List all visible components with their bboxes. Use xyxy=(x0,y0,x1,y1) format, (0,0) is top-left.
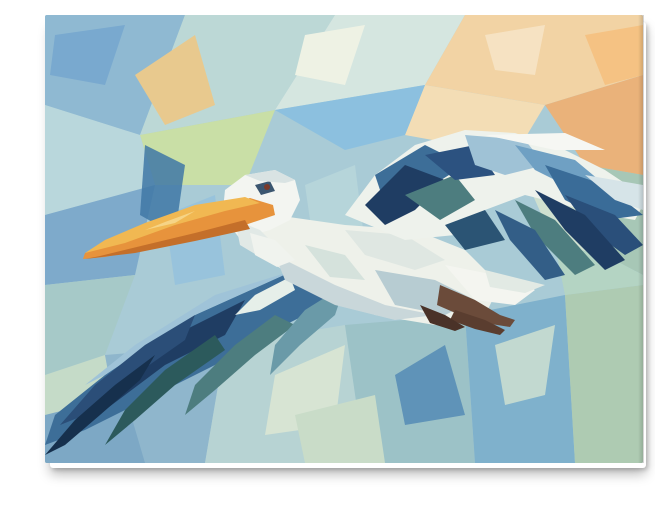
canvas-print xyxy=(45,15,643,463)
pelican-painting xyxy=(45,15,643,463)
product-image-stage xyxy=(0,0,655,507)
